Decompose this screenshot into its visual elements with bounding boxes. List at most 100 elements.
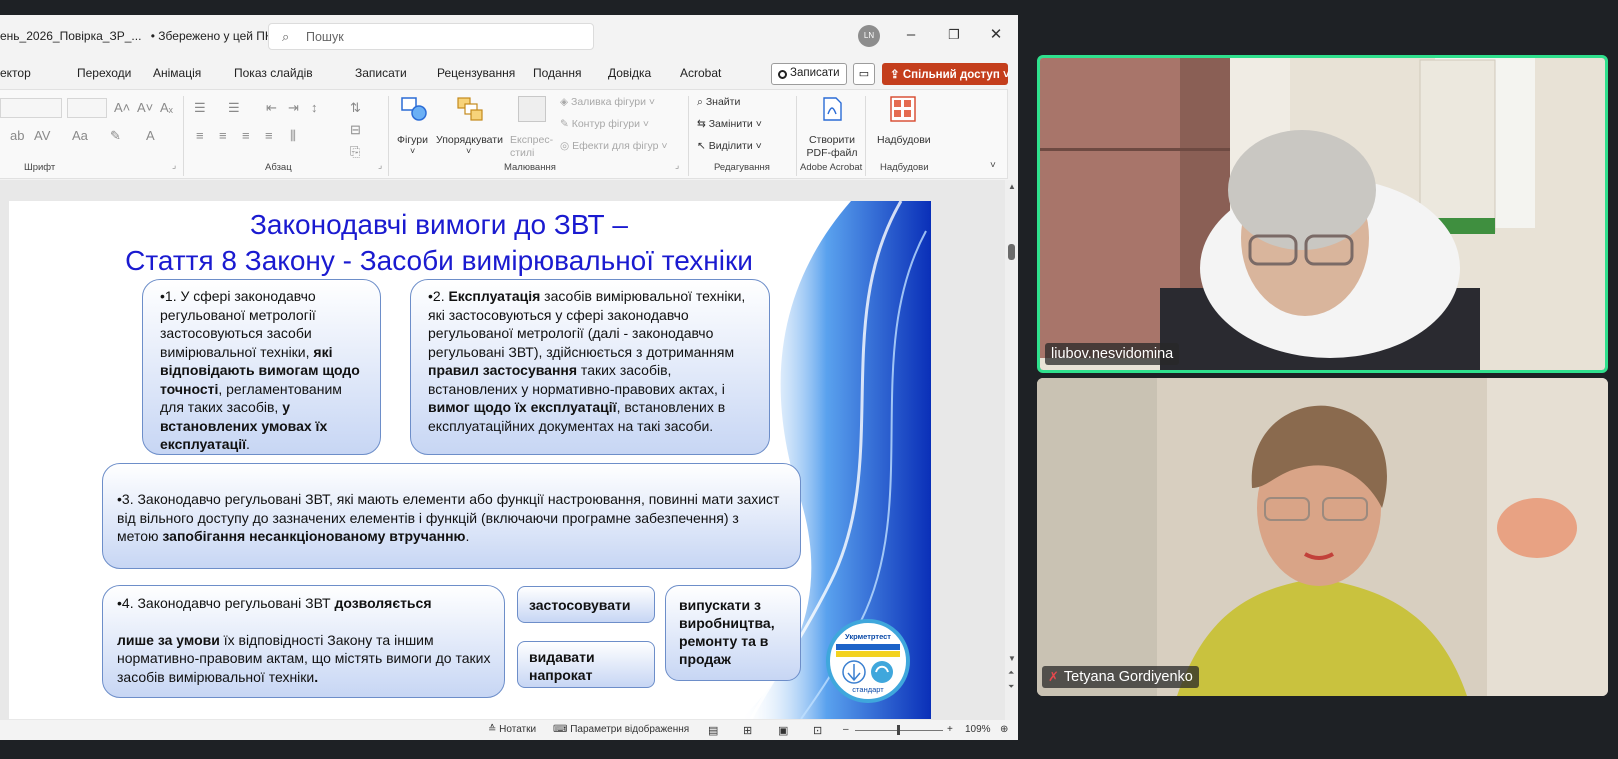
outline-shape-button[interactable]: ✎ Контур фігури ˅ <box>560 118 649 130</box>
avatar[interactable]: LN <box>858 25 880 47</box>
zoom-level[interactable]: 109% <box>965 724 991 735</box>
effects-shape-button[interactable]: ◎ Ефекти для фігур ˅ <box>560 140 668 152</box>
slide[interactable]: Законодавчі вимоги до ЗВТ – Стаття 8 Зак… <box>9 201 931 719</box>
document-title[interactable]: ень_2026_Повірка_ЗР_... • Збережено у це… <box>0 29 288 43</box>
font-color-icon[interactable]: A <box>146 128 155 143</box>
tab-animations[interactable]: Анімація <box>153 66 201 80</box>
powerpoint-window: ень_2026_Повірка_ЗР_... • Збережено у це… <box>0 15 1018 740</box>
zoom-out-icon[interactable]: – <box>843 724 849 735</box>
font-size-combobox[interactable] <box>67 98 107 118</box>
align-text-icon[interactable]: ⊟ <box>350 122 361 138</box>
participant-video <box>1040 58 1605 370</box>
tab-acrobat[interactable]: Acrobat <box>680 66 721 80</box>
shapes-icon[interactable] <box>400 96 428 122</box>
create-pdf-icon[interactable] <box>818 96 846 122</box>
chevron-down-icon: ˅ <box>999 69 1010 81</box>
vertical-scrollbar[interactable]: ▲ ▼ ⏶ ⏷ <box>1005 180 1018 720</box>
requirement-box-1: •1. У сфері законодавчо регульованої мет… <box>142 279 381 455</box>
tab-designer[interactable]: ектор <box>0 66 31 80</box>
quick-styles-label: Експрес-стилі <box>510 134 554 159</box>
close-icon[interactable]: ✕ <box>983 23 1009 47</box>
minimize-icon[interactable]: – <box>898 23 924 47</box>
box2-bold-b: правил застосування <box>428 362 578 378</box>
decrease-font-icon[interactable]: A˅ <box>137 100 153 115</box>
bullets-icon[interactable]: ☰ <box>194 100 206 116</box>
line-spacing-icon[interactable]: ↕ <box>311 100 318 115</box>
notes-icon: ≙ <box>488 724 500 735</box>
separator <box>865 96 866 176</box>
tab-record[interactable]: Записати <box>355 66 407 80</box>
scrollbar-thumb[interactable] <box>1008 244 1015 260</box>
display-settings-button[interactable]: ⌨ Параметри відображення <box>553 724 689 735</box>
slideshow-icon[interactable]: ⊡ <box>813 724 822 737</box>
scroll-down-icon[interactable]: ▼ <box>1008 654 1016 663</box>
video-tile-liubov[interactable]: liubov.nesvidomina <box>1037 55 1608 373</box>
addins-icon[interactable] <box>889 96 917 122</box>
scroll-up-icon[interactable]: ▲ <box>1008 182 1016 191</box>
arrange-icon[interactable] <box>456 96 484 122</box>
align-center-icon[interactable]: ≡ <box>219 128 227 143</box>
record-icon <box>778 70 787 79</box>
quick-styles-icon[interactable] <box>518 96 546 122</box>
replace-label: Замінити <box>708 118 753 130</box>
tab-help[interactable]: Довідка <box>608 66 651 80</box>
increase-font-icon[interactable]: A˄ <box>114 100 130 115</box>
dialog-launcher-icon[interactable]: ⌟ <box>172 160 176 171</box>
save-status: • Збережено у цей ПК <box>150 29 272 43</box>
change-case-icon[interactable]: Aa <box>72 128 88 143</box>
char-spacing-icon[interactable]: AV <box>34 128 50 143</box>
box4-bold-a: дозволяється <box>334 595 432 611</box>
search-icon: ⌕ <box>282 29 290 44</box>
zoom-slider-thumb[interactable] <box>897 725 900 735</box>
search-box[interactable]: ⌕ Пошук <box>268 23 594 50</box>
reading-view-icon[interactable]: ▣ <box>778 724 788 737</box>
increase-indent-icon[interactable]: ⇥ <box>288 100 299 116</box>
previous-slide-icon[interactable]: ⏶ <box>1008 668 1014 678</box>
slide-sorter-icon[interactable]: ⊞ <box>743 724 752 737</box>
participant-namebar: ✗ Tetyana Gordiyenko <box>1042 666 1199 688</box>
tab-slideshow[interactable]: Показ слайдів <box>234 66 313 80</box>
tab-view[interactable]: Подання <box>533 66 581 80</box>
requirement-box-2: •2. Експлуатація засобів вимірювальної т… <box>410 279 770 455</box>
share-button[interactable]: ⇪ Спільний доступ ˅ <box>882 63 1010 85</box>
comments-icon[interactable]: ▭ <box>853 63 875 85</box>
muted-mic-icon: ✗ <box>1048 669 1059 684</box>
fill-shape-button[interactable]: ◈ Заливка фігури ˅ <box>560 96 655 108</box>
highlight-icon[interactable]: ✎ <box>110 128 121 144</box>
normal-view-icon[interactable]: ▤ <box>708 724 718 737</box>
notes-button[interactable]: ≙ Нотатки <box>488 724 536 735</box>
align-right-icon[interactable]: ≡ <box>242 128 250 143</box>
dialog-launcher-icon[interactable]: ⌟ <box>675 160 679 171</box>
restore-icon[interactable]: ❐ <box>941 23 967 47</box>
next-slide-icon[interactable]: ⏷ <box>1008 682 1014 692</box>
participant-name: liubov.nesvidomina <box>1045 343 1180 365</box>
record-button[interactable]: Записати <box>771 63 847 85</box>
clear-format-icon[interactable]: Aₓ <box>160 100 173 115</box>
find-button[interactable]: ⌕ Знайти <box>697 96 740 109</box>
decrease-indent-icon[interactable]: ⇤ <box>266 100 277 116</box>
columns-icon[interactable]: ⫼ <box>290 128 296 144</box>
text-direction-icon[interactable]: ⇅ <box>350 100 361 116</box>
status-bar: ≙ Нотатки ⌨ Параметри відображення ▤ ⊞ ▣… <box>0 720 1018 740</box>
select-button[interactable]: ↖ Виділити ˅ <box>697 140 762 152</box>
fit-to-window-icon[interactable]: ⊕ <box>1000 724 1008 735</box>
option-use: застосовувати <box>517 586 655 623</box>
numbering-icon[interactable]: ☰ <box>228 100 240 116</box>
strikethrough-icon[interactable]: ab <box>10 128 24 143</box>
tab-review[interactable]: Рецензування <box>437 66 515 80</box>
box2-bold-c: вимог щодо їх експлуатації <box>428 399 617 415</box>
group-label-drawing: Малювання <box>504 162 556 173</box>
dialog-launcher-icon[interactable]: ⌟ <box>378 160 382 171</box>
justify-icon[interactable]: ≡ <box>265 128 273 143</box>
align-left-icon[interactable]: ≡ <box>196 128 204 143</box>
zoom-in-icon[interactable]: + <box>947 724 953 735</box>
video-tile-tetyana[interactable]: ✗ Tetyana Gordiyenko <box>1037 378 1608 696</box>
box1-text-a: •1. У сфері законодавчо регульованої мет… <box>160 288 316 360</box>
collapse-ribbon-icon[interactable]: ˅ <box>990 160 996 171</box>
box4-text-c: . <box>314 668 319 685</box>
display-settings-icon: ⌨ <box>553 724 571 735</box>
font-name-combobox[interactable] <box>0 98 62 118</box>
replace-button[interactable]: ⇆ Замінити ˅ <box>697 118 762 130</box>
smartart-icon[interactable]: ⎘ <box>350 144 360 160</box>
tab-transitions[interactable]: Переходи <box>77 66 131 80</box>
